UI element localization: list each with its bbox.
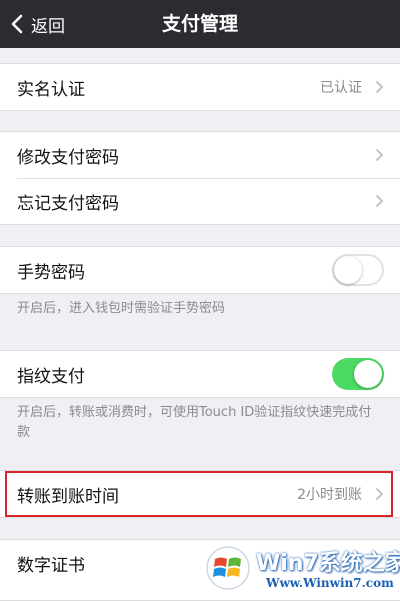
gesture-hint: 开启后，进入钱包时需验证手势密码 <box>17 301 226 316</box>
realname-status: 已认证 <box>320 80 362 96</box>
password-group: 修改支付密码 忘记支付密码 <box>0 131 400 225</box>
gesture-label: 手势密码 <box>17 262 85 283</box>
gesture-group: 手势密码 <box>0 246 400 294</box>
change-password-label: 修改支付密码 <box>17 147 119 168</box>
forgot-password-row[interactable]: 忘记支付密码 <box>0 178 400 224</box>
chevron-right-icon <box>375 148 384 162</box>
realname-row[interactable]: 实名认证 已认证 <box>0 64 400 110</box>
fingerprint-group: 指纹支付 <box>0 350 400 398</box>
fingerprint-hint: 开启后，转账或消费时，可使用Touch ID验证指纹快速完成付款 <box>17 405 372 440</box>
fingerprint-toggle[interactable] <box>332 358 384 390</box>
toggle-knob <box>354 360 382 388</box>
toggle-knob <box>334 256 362 284</box>
realname-group: 实名认证 已认证 <box>0 63 400 111</box>
chevron-right-icon <box>375 80 384 94</box>
forgot-password-label: 忘记支付密码 <box>17 193 119 214</box>
chevron-left-icon <box>11 14 23 34</box>
chevron-right-icon <box>375 194 384 208</box>
fingerprint-row: 指纹支付 <box>0 351 400 397</box>
highlight-box <box>5 471 393 517</box>
watermark: Win7系统之家 Www.Winwin7.com <box>200 541 400 596</box>
back-label: 返回 <box>31 16 65 37</box>
realname-label: 实名认证 <box>17 79 85 100</box>
navigation-bar: 返回 支付管理 <box>0 0 400 48</box>
gesture-toggle[interactable] <box>332 254 384 286</box>
watermark-url: Www.Winwin7.com <box>266 576 394 590</box>
fingerprint-label: 指纹支付 <box>17 366 85 387</box>
certificate-label: 数字证书 <box>17 555 85 576</box>
back-button[interactable]: 返回 <box>8 0 65 48</box>
gesture-row: 手势密码 <box>0 247 400 293</box>
windows-logo-icon <box>206 546 250 590</box>
change-password-row[interactable]: 修改支付密码 <box>0 132 400 178</box>
watermark-title: Win7系统之家 <box>256 551 400 576</box>
